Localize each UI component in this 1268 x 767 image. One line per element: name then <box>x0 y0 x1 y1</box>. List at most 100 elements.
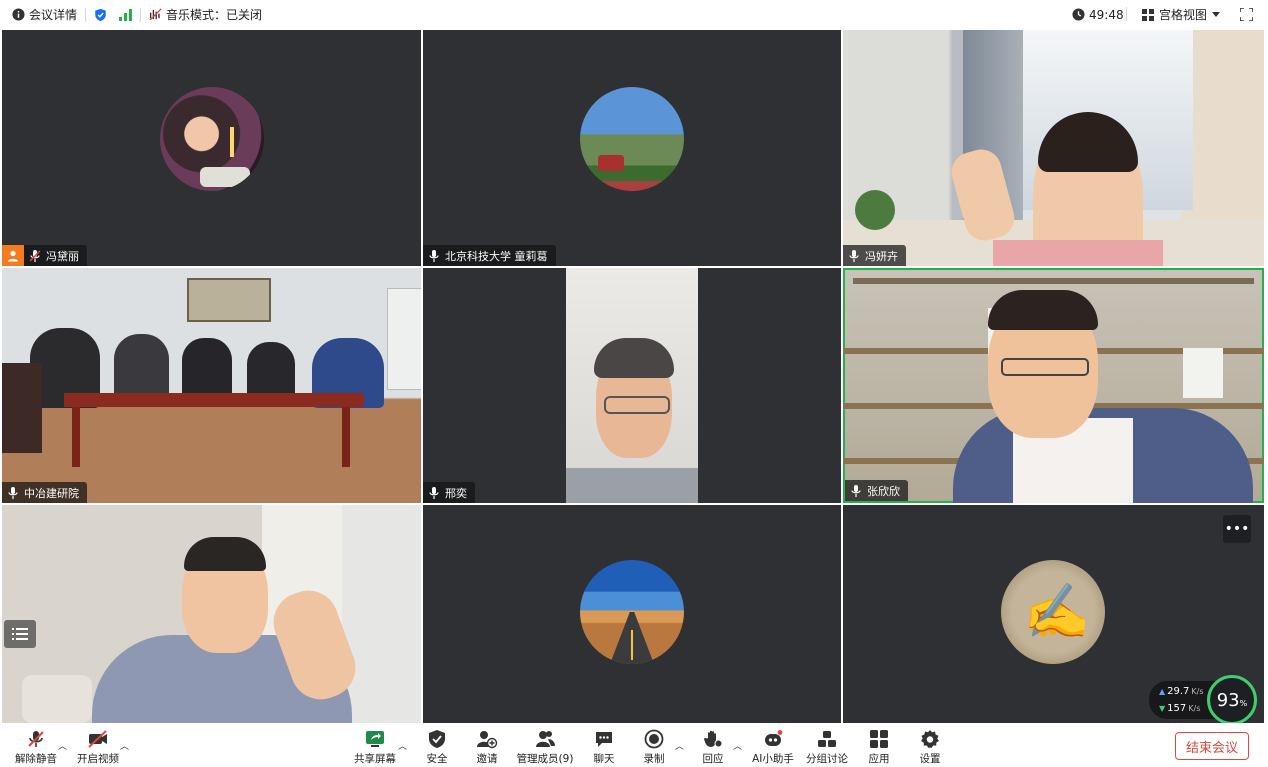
bottom-toolbar: 解除静音 ︿ 开启视频 ︿ 共享屏幕 ︿ 安全 邀请 管理成员(9) 聊天 录制… <box>0 723 1268 767</box>
share-screen-icon <box>366 731 384 747</box>
participant-name: 冯黛丽 <box>46 249 79 263</box>
security-shield-icon[interactable] <box>94 0 107 29</box>
participant-name: 北京科技大学 童莉葛 <box>445 249 548 263</box>
view-mode-label: 宫格视图 <box>1159 8 1208 22</box>
top-bar: 会议详情 音乐模式：已关闭 49:48 宫格视图 <box>0 0 1268 29</box>
chat-button[interactable]: 聊天 <box>584 723 624 767</box>
manage-members-button[interactable]: 管理成员(9) <box>515 723 575 767</box>
music-off-icon <box>149 8 162 21</box>
chevron-up-icon[interactable]: ︿ <box>58 739 67 752</box>
security-button[interactable]: 安全 <box>417 723 457 767</box>
participant-tile[interactable] <box>423 505 841 723</box>
ai-assistant-label: AI小助手 <box>752 753 794 765</box>
participant-tile[interactable]: 邢奕 <box>423 268 841 503</box>
shield-icon <box>429 730 445 748</box>
participant-tile[interactable]: 中冶建研院 <box>2 268 421 503</box>
gear-icon <box>921 730 939 748</box>
grid-view-icon <box>1142 8 1154 21</box>
react-label: 回应 <box>702 753 724 765</box>
chevron-down-icon <box>1212 11 1221 17</box>
participant-nametag: 北京科技大学 童莉葛 <box>423 245 556 266</box>
ai-robot-icon <box>765 730 783 746</box>
mic-icon <box>851 484 861 497</box>
divider <box>85 7 87 22</box>
chevron-up-icon[interactable]: ︿ <box>675 739 684 752</box>
meeting-info-button[interactable]: 会议详情 <box>12 0 77 29</box>
end-meeting-button[interactable]: 结束会议 <box>1175 732 1249 760</box>
apps-label: 应用 <box>868 753 890 765</box>
chat-label: 聊天 <box>593 753 615 765</box>
video-grid: 冯黛丽 北京科技大学 童莉葛 冯妍卉 中冶建研院 邢奕 张欣欣 ✍ ••• ▲ … <box>2 30 1264 723</box>
timer-label: 49:48 <box>1089 7 1124 22</box>
record-label: 录制 <box>643 753 665 765</box>
host-badge-icon <box>2 245 24 266</box>
hand-wave-icon <box>704 730 723 748</box>
participant-name: 邢奕 <box>445 486 467 500</box>
video-feed <box>566 268 698 503</box>
members-icon <box>536 731 555 747</box>
participant-nametag: 中冶建研院 <box>2 482 87 503</box>
participant-nametag: 冯黛丽 <box>24 245 87 266</box>
add-user-icon <box>477 731 498 749</box>
participant-tile[interactable] <box>2 505 421 723</box>
download-arrow-icon: ▼ <box>1159 704 1166 713</box>
avatar <box>580 560 684 664</box>
music-mode-label: 音乐模式：已关闭 <box>166 8 263 22</box>
share-screen-button[interactable]: 共享屏幕 <box>353 723 397 767</box>
apps-grid-icon <box>870 730 888 748</box>
upload-speed: 29.7 <box>1167 686 1190 697</box>
mic-icon <box>429 249 439 262</box>
mic-icon <box>849 249 859 262</box>
participant-list-icon[interactable] <box>4 620 36 648</box>
participant-tile-active[interactable]: 张欣欣 <box>843 268 1264 503</box>
chevron-up-icon[interactable]: ︿ <box>733 739 742 752</box>
avatar <box>580 87 684 191</box>
invite-label: 邀请 <box>476 753 498 765</box>
signal-strength-icon[interactable] <box>119 0 133 29</box>
mic-icon <box>429 486 439 499</box>
music-mode-status[interactable]: 音乐模式：已关闭 <box>149 0 262 29</box>
unmute-label: 解除静音 <box>15 753 57 765</box>
participant-tile[interactable]: ✍ ••• ▲ 29.7 K/s ▼ 157 K/s 93 % <box>843 505 1264 723</box>
network-quality-gauge[interactable]: 93 % <box>1207 675 1257 723</box>
invite-button[interactable]: 邀请 <box>467 723 507 767</box>
fullscreen-button[interactable] <box>1240 0 1253 29</box>
breakout-button[interactable]: 分组讨论 <box>805 723 849 767</box>
meeting-timer: 49:48 <box>1072 0 1124 29</box>
participant-tile[interactable]: 冯妍卉 <box>843 30 1264 266</box>
breakout-rooms-icon <box>818 731 836 747</box>
more-options-icon[interactable]: ••• <box>1223 515 1251 543</box>
start-video-button[interactable]: 开启视频 <box>76 723 120 767</box>
avatar: ✍ <box>1001 560 1105 664</box>
view-mode-dropdown[interactable]: 宫格视图 <box>1142 0 1221 29</box>
record-button[interactable]: 录制 <box>634 723 674 767</box>
divider <box>1126 7 1127 21</box>
unmute-button[interactable]: 解除静音 <box>14 723 58 767</box>
apps-button[interactable]: 应用 <box>859 723 899 767</box>
breakout-label: 分组讨论 <box>806 753 848 765</box>
participant-name: 张欣欣 <box>867 484 900 498</box>
participant-nametag: 邢奕 <box>423 482 475 503</box>
chat-icon <box>596 732 612 747</box>
divider <box>140 7 142 22</box>
react-button[interactable]: 回应 <box>693 723 733 767</box>
meeting-info-label: 会议详情 <box>29 8 78 22</box>
ai-assistant-button[interactable]: AI小助手 <box>751 723 795 767</box>
chevron-up-icon[interactable]: ︿ <box>120 739 129 752</box>
participant-name: 中冶建研院 <box>24 486 79 500</box>
participant-nametag: 冯妍卉 <box>843 245 906 266</box>
participant-nametag: 张欣欣 <box>845 480 908 501</box>
info-icon <box>12 8 25 21</box>
mic-muted-icon <box>28 731 44 747</box>
chevron-up-icon[interactable]: ︿ <box>398 739 407 752</box>
manage-members-label: 管理成员(9) <box>516 753 574 765</box>
mic-muted-icon <box>29 249 41 262</box>
record-icon <box>644 729 664 749</box>
participant-tile[interactable]: 冯黛丽 <box>2 30 421 266</box>
camera-off-icon <box>88 730 107 748</box>
avatar <box>160 87 264 191</box>
participant-tile[interactable]: 北京科技大学 童莉葛 <box>423 30 841 266</box>
fullscreen-icon <box>1240 8 1253 21</box>
settings-button[interactable]: 设置 <box>910 723 950 767</box>
clock-icon <box>1072 8 1085 21</box>
